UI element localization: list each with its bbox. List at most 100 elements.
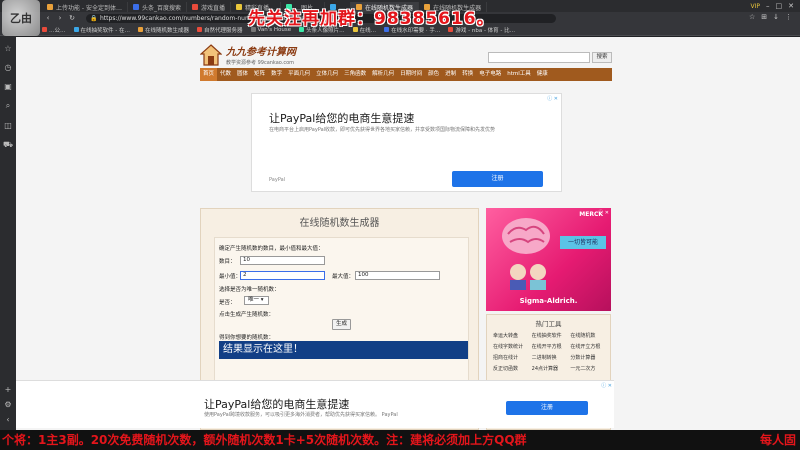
hot-tool-link[interactable]: 24点计算器 <box>532 365 569 372</box>
bookmark-favicon-icon <box>138 27 143 32</box>
site-nav-item[interactable]: 解析几何 <box>369 68 397 81</box>
site-nav-item[interactable]: 数字 <box>268 68 285 81</box>
back-icon[interactable]: ‹ <box>42 14 54 22</box>
unique-select-value: 唯一 <box>248 297 260 303</box>
hot-tool-link[interactable]: 在线开立方根 <box>570 343 607 350</box>
history-icon[interactable]: ◷ <box>5 63 12 72</box>
site-search-input[interactable] <box>488 52 590 63</box>
vip-badge[interactable]: VIP <box>751 3 761 10</box>
ad-bottom-description: 使用PayPal跨境收款服务，可以吸引更多海外消费者，帮助优先获得买家信赖。 P… <box>204 412 398 418</box>
browser-tab[interactable]: 头条_百度搜索 <box>128 2 187 12</box>
tool-title: 在线随机数生成器 <box>299 218 380 229</box>
ad-button[interactable]: 一切皆可能 <box>560 236 606 249</box>
people-illustration <box>510 264 546 290</box>
browser-tab[interactable]: 游戏直播 <box>187 2 232 12</box>
ad-title[interactable]: 让PayPal给您的电商生意提速 <box>269 110 414 126</box>
site-nav-item[interactable]: 颜色 <box>425 68 442 81</box>
site-nav-item[interactable]: 圆体 <box>234 68 251 81</box>
bookmark-favicon-icon <box>197 27 203 32</box>
site-nav-item[interactable]: html工具 <box>504 68 534 81</box>
star-icon[interactable]: ☆ <box>4 44 11 53</box>
site-nav-item[interactable]: 电子电路 <box>476 68 504 81</box>
site-name: 九九参考计算网 <box>226 47 296 58</box>
site-nav-item[interactable]: 代数 <box>217 68 234 81</box>
unique-field-label: 是否： <box>219 300 236 306</box>
tab-favicon-icon <box>132 4 139 10</box>
extension-icon[interactable]: ⊞ <box>761 13 767 21</box>
ad-choices-icon[interactable]: ⓘ ✕ <box>547 95 558 102</box>
hot-tool-link[interactable]: 幸运大转盘 <box>493 332 530 339</box>
house-logo-icon <box>200 43 222 66</box>
ad-register-button[interactable]: 注册 <box>452 171 543 187</box>
add-icon[interactable]: + <box>5 385 12 394</box>
window-controls: VIP – □ ✕ <box>751 0 800 12</box>
site-tagline: 教学资源参考 99cankao.com <box>226 60 295 66</box>
min-label: 最小值： <box>219 274 242 280</box>
ad-right[interactable]: ⓘ ✕ MERCK 一切皆可能 Sigma-Aldrich. <box>486 208 611 311</box>
minimize-icon[interactable]: – <box>766 2 770 10</box>
forward-icon[interactable]: › <box>54 14 66 22</box>
site-nav-item[interactable]: 进制 <box>442 68 459 81</box>
count-input[interactable]: 10 <box>240 256 325 265</box>
hot-tool-link[interactable]: 二进制转换 <box>532 354 569 361</box>
site-nav: 首页 代数 圆体 矩阵 数字 平面几何 立体几何 三角函数 解析几何 日期时间 颜色 进制 转换 电子电路… <box>200 68 612 81</box>
hot-tool-link[interactable]: 在线开平方根 <box>532 343 569 350</box>
tab-favicon-icon <box>47 4 53 10</box>
ad-bottom-register-button[interactable]: 注册 <box>506 401 588 415</box>
hot-tool-link[interactable]: 在线字数统计 <box>493 343 530 350</box>
browser-tab[interactable]: 上传功能 - 安全定到体… <box>42 2 128 12</box>
site-nav-item[interactable]: 平面几何 <box>285 68 313 81</box>
lock-icon: 🔒 <box>90 14 98 22</box>
unique-select[interactable]: 唯一 ▾ <box>244 296 269 305</box>
menu-icon[interactable]: ⋮ <box>785 13 792 21</box>
close-icon[interactable]: ✕ <box>788 2 794 10</box>
generate-label: 点击生成产生随机数： <box>219 312 275 318</box>
hot-tools-grid: 幸运大转盘 在线抽奖软件 在线随机数在线字数统计 在线开平方根 在线开立方根招商在线计二… <box>493 332 607 372</box>
generate-button[interactable]: 生成 <box>332 319 351 330</box>
hot-tool-link[interactable]: 分数计算器 <box>570 354 607 361</box>
collapse-sidebar-icon[interactable]: ‹ <box>6 415 9 424</box>
site-nav-item[interactable]: 健康 <box>534 68 551 81</box>
min-input[interactable]: 2 <box>240 271 325 280</box>
hot-tool-link[interactable]: 一元二次方 <box>570 365 607 372</box>
bookmark-item[interactable]: 自然代理服务器 <box>197 26 243 34</box>
site-nav-item[interactable]: 首页 <box>200 68 218 81</box>
max-input[interactable]: 100 <box>355 271 440 280</box>
stream-overlay-top: 先关注再加群：98385616。 <box>248 9 495 29</box>
hot-tool-link[interactable]: 在线抽奖软件 <box>532 332 569 339</box>
hot-tool-link[interactable]: 在线随机数 <box>570 332 607 339</box>
bookmark-favicon-icon <box>73 27 79 32</box>
hot-tools-title: 热门工具 <box>535 320 562 328</box>
site-search-button[interactable]: 搜索 <box>592 52 612 63</box>
reload-icon[interactable]: ↻ <box>66 14 78 22</box>
site-nav-item[interactable]: 矩阵 <box>251 68 268 81</box>
ad-choices-icon[interactable]: ⓘ ✕ <box>601 382 612 389</box>
box-icon[interactable]: ▣ <box>4 82 12 91</box>
ad-footer: Sigma-Aldrich. <box>519 297 578 305</box>
hot-tool-link[interactable]: 招商在线计 <box>493 354 530 361</box>
chevron-down-icon: ▾ <box>259 297 264 303</box>
site-nav-item[interactable]: 三角函数 <box>341 68 369 81</box>
download-icon[interactable]: ↓ <box>773 13 779 21</box>
ad-brand: PayPal <box>269 177 286 183</box>
car-icon[interactable]: ⛟ <box>3 140 13 150</box>
tab-favicon-icon <box>236 4 243 10</box>
settings-icon[interactable]: ⚙ <box>4 400 11 409</box>
search-icon[interactable]: ⌕ <box>6 101 10 111</box>
ad-description: 在电商平台上启用PayPal收款，即可优先获得世界各地买家信赖，并享受数项国际物… <box>269 127 496 133</box>
site-nav-item[interactable]: 立体几何 <box>313 68 341 81</box>
site-nav-item[interactable]: 日期时间 <box>397 68 425 81</box>
bookmark-item[interactable]: 在线抽奖软件 - 在… <box>73 26 130 34</box>
ad-bottom-title[interactable]: 让PayPal给您的电商生意提速 <box>204 396 349 412</box>
ad-bottom[interactable]: ⓘ ✕ 让PayPal给您的电商生意提速 使用PayPal跨境收款服务，可以吸引… <box>16 380 614 428</box>
bookmark-item[interactable]: …公… <box>42 26 66 34</box>
site-nav-item[interactable]: 转换 <box>459 68 476 81</box>
bookmark-item[interactable]: 在线随机数生成器 <box>138 26 189 34</box>
site-header: 九九参考计算网 教学资源参考 99cankao.com 搜索 <box>200 41 612 71</box>
hot-tool-link[interactable]: 反正切函数 <box>493 365 530 372</box>
ad-top[interactable]: ⓘ ✕ 让PayPal给您的电商生意提速 在电商平台上启用PayPal收款，即可… <box>251 93 562 192</box>
site-logo[interactable]: 九九参考计算网 教学资源参考 99cankao.com <box>200 43 296 66</box>
star-icon[interactable]: ☆ <box>749 13 755 21</box>
maximize-icon[interactable]: □ <box>776 2 783 10</box>
game-icon[interactable]: ◫ <box>4 121 12 130</box>
